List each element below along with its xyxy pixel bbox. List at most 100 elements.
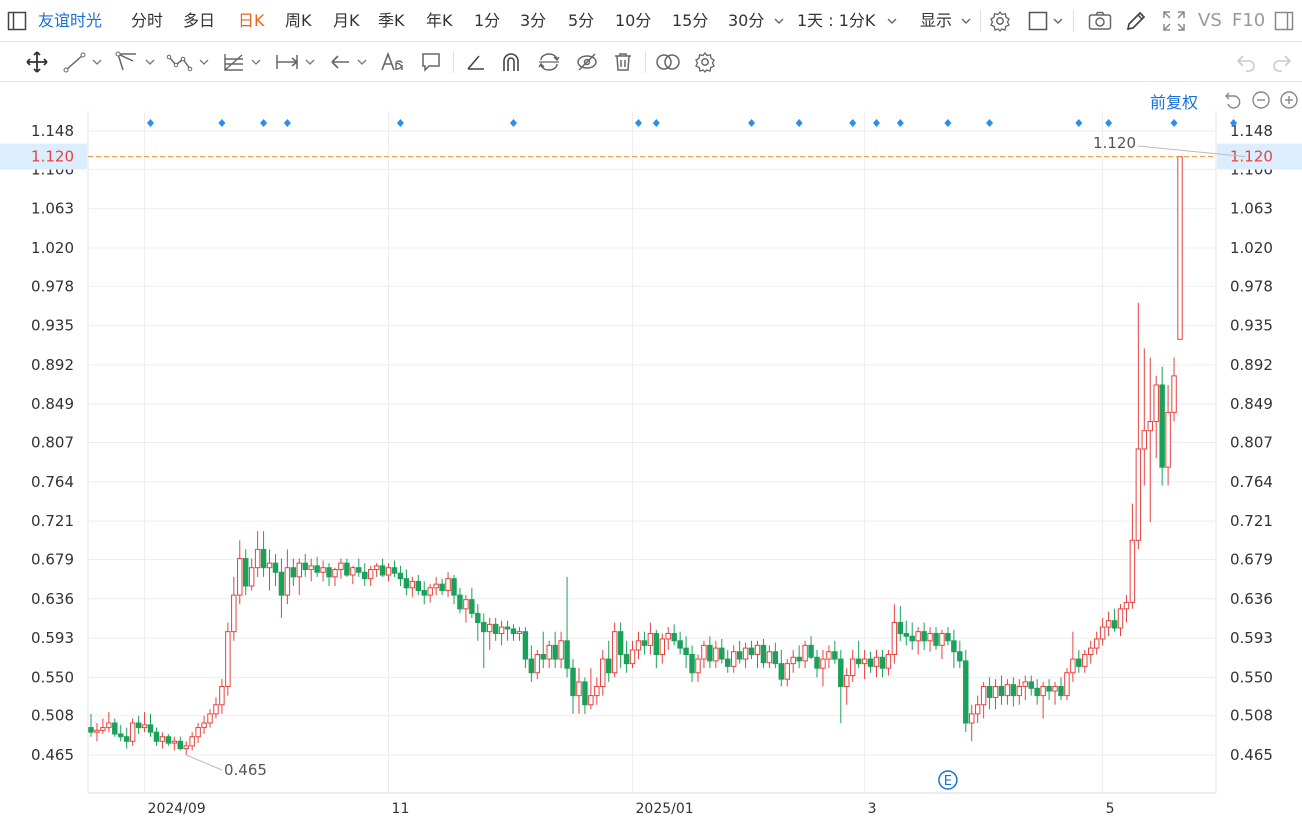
redo-icon[interactable] <box>1270 51 1294 73</box>
event-e-label[interactable]: E <box>944 774 952 789</box>
camera-icon[interactable] <box>1088 11 1112 31</box>
event-diamond-marker <box>1105 119 1113 127</box>
candle-body <box>1105 620 1112 628</box>
chevron-down-icon[interactable] <box>250 57 262 67</box>
candle-body <box>939 632 945 646</box>
candle-body <box>195 727 201 738</box>
move-icon[interactable] <box>25 50 49 74</box>
settings-gear-icon[interactable] <box>989 10 1011 32</box>
candle-body <box>707 644 713 662</box>
period-tab-4[interactable]: 月K <box>333 0 360 42</box>
y-tick-label-right: 0.593 <box>1230 629 1273 647</box>
period-tab-1[interactable]: 多日 <box>183 0 215 42</box>
candle-body <box>379 565 386 576</box>
period-tab-8[interactable]: 3分 <box>520 0 546 42</box>
period-tab-2[interactable]: 日K <box>238 0 265 42</box>
candle-body <box>129 722 136 742</box>
chevron-down-icon[interactable] <box>198 57 210 67</box>
candle-body <box>1022 681 1029 687</box>
stock-name[interactable]: 友谊时光 <box>38 0 102 42</box>
candle-body <box>974 704 981 715</box>
measure-tool-icon[interactable] <box>274 51 300 73</box>
candle-body <box>849 658 856 677</box>
chevron-down-icon[interactable] <box>960 16 972 26</box>
display-menu[interactable]: 显示 <box>920 0 952 42</box>
wave-tool-icon[interactable] <box>166 51 196 73</box>
candle-body <box>963 660 969 724</box>
angle-tool-icon[interactable] <box>465 51 487 73</box>
candle-body <box>1099 626 1106 640</box>
divider <box>980 10 981 32</box>
fullscreen-icon[interactable] <box>1162 10 1186 32</box>
undo-icon[interactable] <box>1234 51 1258 73</box>
range-selector[interactable]: 1天 : 1分K <box>797 0 875 42</box>
text-tool-icon[interactable] <box>380 51 406 73</box>
period-tab-0[interactable]: 分时 <box>131 0 163 42</box>
chevron-down-icon[interactable] <box>356 57 368 67</box>
chevron-down-icon[interactable] <box>304 57 316 67</box>
f10-button[interactable]: F10 <box>1232 0 1265 42</box>
candle-body <box>147 724 154 733</box>
candle-body <box>1141 430 1148 450</box>
candle-body <box>1165 411 1171 468</box>
candle-body <box>534 654 541 674</box>
chevron-down-icon[interactable] <box>91 57 103 67</box>
period-tab-11[interactable]: 15分 <box>672 0 708 42</box>
candle-body <box>945 632 951 642</box>
y-tick-label-right: 0.508 <box>1230 707 1273 725</box>
candle-body <box>742 647 749 660</box>
candle-body <box>1046 685 1052 692</box>
period-tab-3[interactable]: 周K <box>285 0 312 42</box>
y-tick-label-left: 0.935 <box>31 317 74 335</box>
magnet-icon[interactable] <box>500 51 522 73</box>
chevron-down-icon[interactable] <box>144 57 156 67</box>
period-tab-9[interactable]: 5分 <box>568 0 594 42</box>
line-tool-icon[interactable] <box>63 51 87 73</box>
chevron-down-icon[interactable] <box>886 16 898 26</box>
candle-body <box>909 635 915 642</box>
candle-body <box>141 724 148 729</box>
candle-body <box>980 685 987 706</box>
event-diamond-marker <box>1075 119 1083 127</box>
compare-icon[interactable] <box>655 51 681 73</box>
candlestick-chart[interactable]: 1.1481.1481.1061.1061.0631.0631.0201.020… <box>0 82 1302 831</box>
y-tick-label-left: 1.020 <box>31 239 74 257</box>
top-toolbar: 友谊时光 分时 多日 日K 周K 月K 季K 年K 1分 3分 5分 10分 15分 30分 1天 : … <box>0 0 1302 42</box>
candle-body <box>611 631 618 674</box>
sidebar-toggle-icon[interactable] <box>1274 11 1294 31</box>
sync-icon[interactable] <box>537 51 561 73</box>
trash-icon[interactable] <box>612 51 634 73</box>
candle-body <box>540 654 546 660</box>
fibonacci-tool-icon[interactable] <box>222 51 246 73</box>
candle-body <box>623 654 630 665</box>
candle-body <box>314 565 320 573</box>
hide-drawings-icon[interactable] <box>575 51 599 73</box>
chevron-down-icon[interactable] <box>773 16 785 26</box>
event-diamond-marker <box>283 119 291 127</box>
drawing-settings-gear-icon[interactable] <box>694 51 716 73</box>
pencil-icon[interactable] <box>1125 10 1147 32</box>
arrow-tool-icon[interactable] <box>328 51 352 73</box>
candle-body <box>736 651 743 660</box>
candle-body <box>814 656 820 669</box>
period-tab-6[interactable]: 年K <box>426 0 453 42</box>
period-tab-7[interactable]: 1分 <box>474 0 500 42</box>
candle-body <box>820 658 826 669</box>
candle-body <box>290 567 297 578</box>
channel-tool-icon[interactable] <box>115 51 139 73</box>
period-tab-5[interactable]: 季K <box>378 0 405 42</box>
chevron-down-icon[interactable] <box>1052 16 1064 26</box>
candle-body <box>629 649 636 665</box>
vs-button[interactable]: VS <box>1198 0 1222 42</box>
y-tick-label-left: 0.892 <box>31 356 74 374</box>
comment-tool-icon[interactable] <box>420 51 442 73</box>
candle-body <box>802 644 808 662</box>
period-tab-10[interactable]: 10分 <box>615 0 651 42</box>
panel-toggle-icon[interactable] <box>7 11 27 31</box>
x-tick-label: 2024/09 <box>148 801 206 817</box>
candle-body <box>796 656 802 662</box>
candle-body <box>367 569 374 580</box>
chart-frame-icon[interactable] <box>1028 11 1048 31</box>
period-tab-12[interactable]: 30分 <box>728 0 764 42</box>
event-diamond-marker <box>986 119 994 127</box>
